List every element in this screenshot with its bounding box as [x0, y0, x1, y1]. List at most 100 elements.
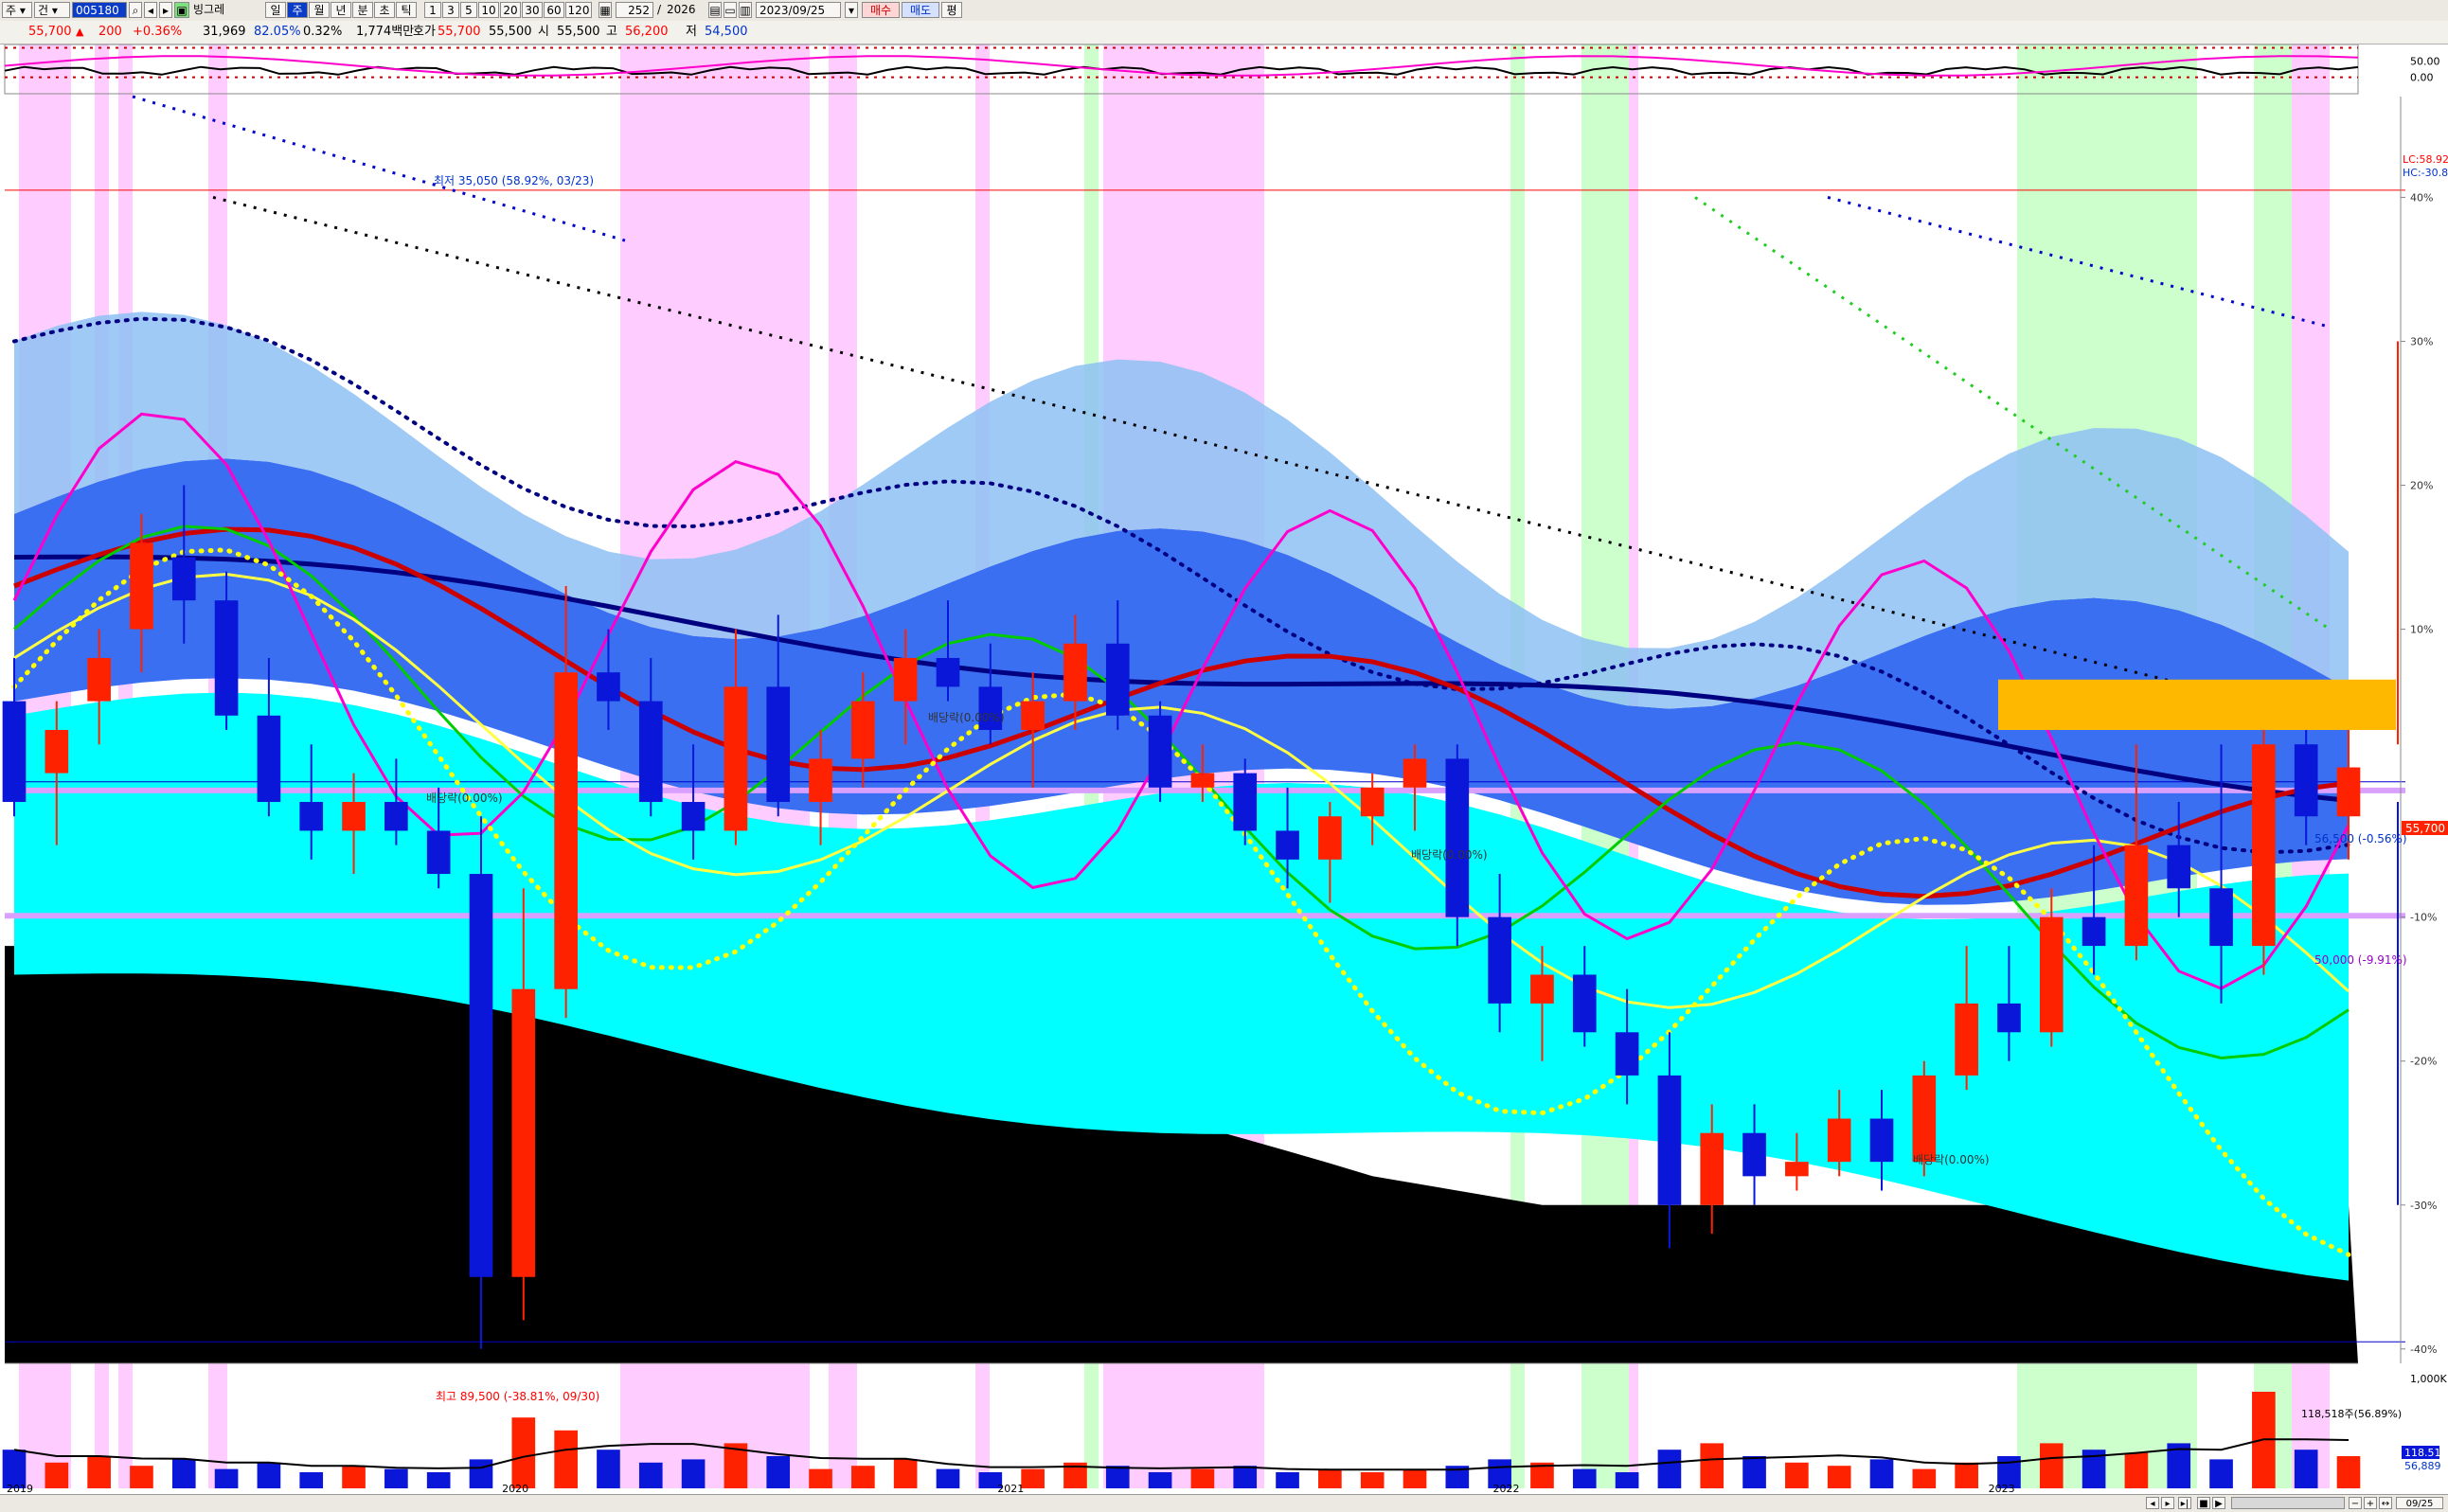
volume-bar-40: [1700, 1443, 1724, 1488]
open-label: 시: [538, 25, 549, 39]
calendar-icon[interactable]: ▾: [845, 2, 858, 18]
minute-3[interactable]: 3: [442, 2, 459, 18]
chart-area[interactable]: 50.00 0.00 1,000K 40% 30% 20% 10% -10% -20% -30…: [0, 44, 2448, 1498]
volume-bar-42: [1785, 1462, 1809, 1488]
candle-body-55: [2336, 767, 2361, 817]
candle-body-7: [299, 802, 324, 831]
volume-bar-43: [1827, 1466, 1851, 1488]
candle-body-45: [1912, 1075, 1937, 1163]
period-day[interactable]: 일: [265, 2, 286, 18]
x-label-4: 2023: [1989, 1483, 2015, 1494]
grid-icon[interactable]: ▦: [599, 2, 612, 18]
candle-body-25: [1063, 643, 1087, 702]
sell-button[interactable]: 매도: [902, 2, 939, 18]
price-change-pct: +0.36%: [133, 25, 183, 39]
axis-label-5: -20%: [2410, 1056, 2437, 1068]
avg-button[interactable]: 평: [941, 2, 962, 18]
price-change: 200: [98, 25, 122, 39]
play-icon[interactable]: ▶: [2212, 1497, 2225, 1509]
zoom-in-icon[interactable]: +: [2364, 1497, 2377, 1509]
volume-bar-14: [597, 1450, 620, 1488]
fit-icon[interactable]: ↔: [2379, 1497, 2392, 1509]
save-icon[interactable]: ▭: [724, 2, 737, 18]
extreme-low-annotation: 최저 35,050 (58.92%, 03/23): [434, 174, 594, 187]
item-label: 건: [38, 4, 49, 17]
minute-20[interactable]: 20: [500, 2, 521, 18]
price-axis: 40% 30% 20% 10% -10% -20% -30% -40%: [2397, 97, 2437, 1363]
candle-body-31: [1318, 816, 1342, 860]
buy-button[interactable]: 매수: [862, 2, 900, 18]
volume-bar-55: [2336, 1456, 2361, 1488]
minute-30[interactable]: 30: [522, 2, 543, 18]
search-icon[interactable]: ⌕: [129, 2, 142, 18]
volume-bar-19: [809, 1468, 832, 1488]
candle-body-17: [724, 686, 748, 831]
extreme-high-annotation: 최고 89,500 (-38.81%, 09/30): [436, 1390, 599, 1403]
period-week[interactable]: 주: [287, 2, 308, 18]
axis-label-2: 20%: [2410, 480, 2433, 492]
code-input[interactable]: 005180: [72, 2, 127, 18]
table-icon[interactable]: ▤: [708, 2, 722, 18]
count-input[interactable]: 252: [616, 2, 653, 18]
ex-dividend-label-3: 배당락(0.00%): [1411, 848, 1488, 862]
item-select[interactable]: 건 ▾: [34, 2, 70, 18]
axis-label-7: -40%: [2410, 1343, 2437, 1356]
candle-body-6: [257, 715, 281, 803]
prev-icon[interactable]: ◂: [144, 2, 157, 18]
minute-60[interactable]: 60: [544, 2, 564, 18]
volume-bar-12: [511, 1417, 536, 1488]
next-icon[interactable]: ▸: [159, 2, 172, 18]
volume-bar-52: [2209, 1459, 2233, 1488]
date-input[interactable]: 2023/09/25: [756, 2, 841, 18]
candle-body-22: [936, 657, 960, 687]
minute-120[interactable]: 120: [565, 2, 592, 18]
print-icon[interactable]: ▥: [739, 2, 752, 18]
ex-dividend-label-1: 배당락(0.00%): [426, 792, 503, 805]
axis-label-6: -30%: [2410, 1200, 2437, 1212]
candle-body-49: [2082, 916, 2106, 947]
scroll-end-icon[interactable]: ▸|: [2178, 1497, 2191, 1509]
change-arrow: ▲: [76, 26, 84, 38]
volume-bar-10: [426, 1472, 451, 1488]
minute-5[interactable]: 5: [460, 2, 477, 18]
volume-bar-41: [1742, 1456, 1766, 1488]
period-minute[interactable]: 분: [352, 2, 373, 18]
candle-body-29: [1233, 773, 1258, 831]
volume-bar-13: [554, 1430, 578, 1488]
scroll-thumb[interactable]: [2231, 1497, 2345, 1509]
minute-1[interactable]: 1: [424, 2, 441, 18]
candle-body-10: [426, 830, 451, 875]
scroll-right-icon[interactable]: ▸: [2161, 1497, 2174, 1509]
candle-body-53: [2252, 744, 2276, 947]
axis-label-0: 40%: [2410, 191, 2433, 204]
lower-line-label: 50,000 (-9.91%): [2314, 953, 2407, 967]
chart-type-icon[interactable]: ▣: [174, 2, 189, 18]
candle-body-48: [2039, 916, 2064, 1033]
candle-body-27: [1148, 715, 1172, 788]
volume-bar-31: [1318, 1468, 1342, 1488]
period-month[interactable]: 월: [309, 2, 330, 18]
volume-bar-11: [469, 1459, 493, 1488]
candle-body-41: [1742, 1132, 1766, 1177]
period-tick[interactable]: 틱: [396, 2, 417, 18]
vol-tick-0: 1,000K: [2410, 1373, 2447, 1385]
period-second[interactable]: 초: [374, 2, 395, 18]
stop-icon[interactable]: ■: [2197, 1497, 2210, 1509]
volume-bar-50: [2124, 1452, 2149, 1488]
period-year[interactable]: 년: [331, 2, 351, 18]
market-select[interactable]: 주 ▾: [2, 2, 32, 18]
volume-ratio: 82.05%: [254, 25, 301, 39]
volume-bar-44: [1869, 1459, 1894, 1488]
zoom-out-icon[interactable]: −: [2349, 1497, 2362, 1509]
axis-label-4: -10%: [2410, 912, 2437, 924]
x-label-1: 2020: [502, 1483, 528, 1494]
scroll-left-icon[interactable]: ◂: [2146, 1497, 2159, 1509]
volume-axis-tags: 118.51 56,889: [2402, 1446, 2441, 1472]
volume-bar-8: [342, 1466, 366, 1488]
minute-10[interactable]: 10: [478, 2, 499, 18]
volume-bar-39: [1657, 1450, 1682, 1488]
candle-body-13: [554, 672, 578, 989]
open-value-2: 55,500: [557, 25, 600, 39]
horizontal-scrollbar[interactable]: ◂ ▸ ▸| ■ ▶ − + ↔ 09/25: [0, 1494, 2448, 1512]
volume-bar-54: [2294, 1450, 2318, 1488]
